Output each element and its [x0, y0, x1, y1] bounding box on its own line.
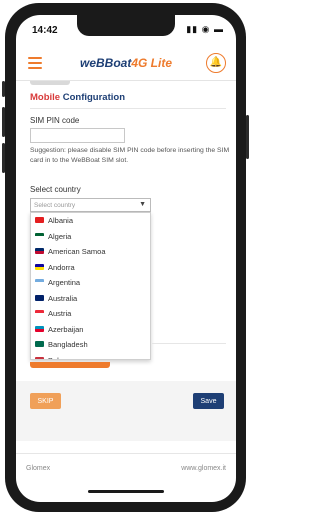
footer: Glomex www.glomex.it: [16, 460, 236, 480]
section-title-blue: Configuration: [62, 92, 125, 103]
scrolled-element: [30, 81, 70, 85]
skip-button[interactable]: SKIP: [30, 393, 61, 409]
country-select-placeholder: Select country: [34, 202, 76, 209]
flag-icon: [35, 232, 44, 239]
sim-pin-label: SIM PIN code: [30, 116, 80, 125]
country-option[interactable]: Andorra: [31, 260, 150, 276]
mute-switch: [2, 81, 5, 97]
form-divider: [152, 343, 226, 344]
country-option[interactable]: Australia: [31, 291, 150, 307]
flag-icon: [35, 310, 44, 316]
country-option[interactable]: Algeria: [31, 229, 150, 245]
app-header: weBBoat4G Lite 🔔: [16, 45, 236, 81]
action-bar: SKIP Save: [16, 381, 236, 441]
country-option-label: Australia: [48, 293, 78, 303]
footer-company: Glomex: [26, 465, 51, 472]
sim-suggestion: Suggestion: please disable SIM PIN code …: [30, 147, 230, 164]
country-option-label: Andorra: [48, 262, 75, 272]
country-option[interactable]: American Samoa: [31, 244, 150, 260]
flag-icon: [35, 325, 44, 332]
country-dropdown[interactable]: Albania Algeria American Samoa Andorra Argen…: [30, 212, 151, 360]
country-option-label: Algeria: [48, 231, 72, 241]
country-option[interactable]: Argentina: [31, 275, 150, 291]
footer-website[interactable]: www.glomex.it: [181, 465, 226, 472]
country-option[interactable]: Austria: [31, 306, 150, 322]
phone-frame: 14:42 ▮▮ ◉ ▬ weBBoat4G Lite 🔔 Mobile Con…: [2, 3, 249, 512]
section-divider: [30, 108, 226, 109]
country-option-label: Argentina: [48, 278, 81, 287]
country-option[interactable]: Bangladesh: [31, 337, 150, 353]
country-label: Select country: [30, 185, 81, 194]
notch: [77, 15, 175, 36]
flag-icon: [35, 263, 44, 270]
power-button: [246, 115, 249, 159]
volume-up-button: [2, 107, 5, 137]
save-button[interactable]: Save: [193, 393, 224, 409]
sim-pin-input[interactable]: [30, 128, 125, 143]
brand-suffix: 4G Lite: [131, 56, 173, 70]
section-title: Mobile Configuration: [30, 92, 125, 103]
flag-icon: [35, 248, 44, 254]
country-option-label: Austria: [48, 309, 72, 318]
country-option-label: Azerbaijan: [48, 324, 84, 334]
country-select[interactable]: Select country ▼: [30, 198, 151, 212]
section-title-red: Mobile: [30, 92, 61, 103]
status-time: 14:42: [32, 25, 58, 36]
status-icons: ▮▮ ◉ ▬: [186, 24, 224, 34]
footer-divider: [16, 453, 236, 454]
status-bar: 14:42 ▮▮ ◉ ▬: [16, 15, 236, 45]
bell-icon[interactable]: 🔔: [206, 53, 226, 73]
country-option[interactable]: Belarus: [31, 353, 150, 360]
flag-icon: [35, 341, 44, 347]
country-option-label: Albania: [48, 216, 74, 225]
volume-down-button: [2, 143, 5, 173]
flag-icon: [35, 294, 44, 301]
country-option-label: Belarus: [48, 355, 74, 360]
phone-screen: 14:42 ▮▮ ◉ ▬ weBBoat4G Lite 🔔 Mobile Con…: [16, 15, 236, 502]
country-option[interactable]: Albania: [31, 213, 150, 229]
country-option-label: Bangladesh: [48, 340, 88, 349]
hidden-button: [30, 362, 110, 368]
flag-icon: [35, 279, 44, 285]
flag-icon: [35, 356, 44, 359]
flag-icon: [35, 217, 44, 223]
home-indicator: [88, 490, 164, 493]
country-option-label: American Samoa: [48, 247, 106, 256]
brand-prefix: weBBoat: [79, 56, 132, 70]
caret-down-icon: ▼: [139, 201, 146, 208]
brand-logo: weBBoat4G Lite: [16, 56, 236, 70]
country-option[interactable]: Azerbaijan: [31, 322, 150, 338]
